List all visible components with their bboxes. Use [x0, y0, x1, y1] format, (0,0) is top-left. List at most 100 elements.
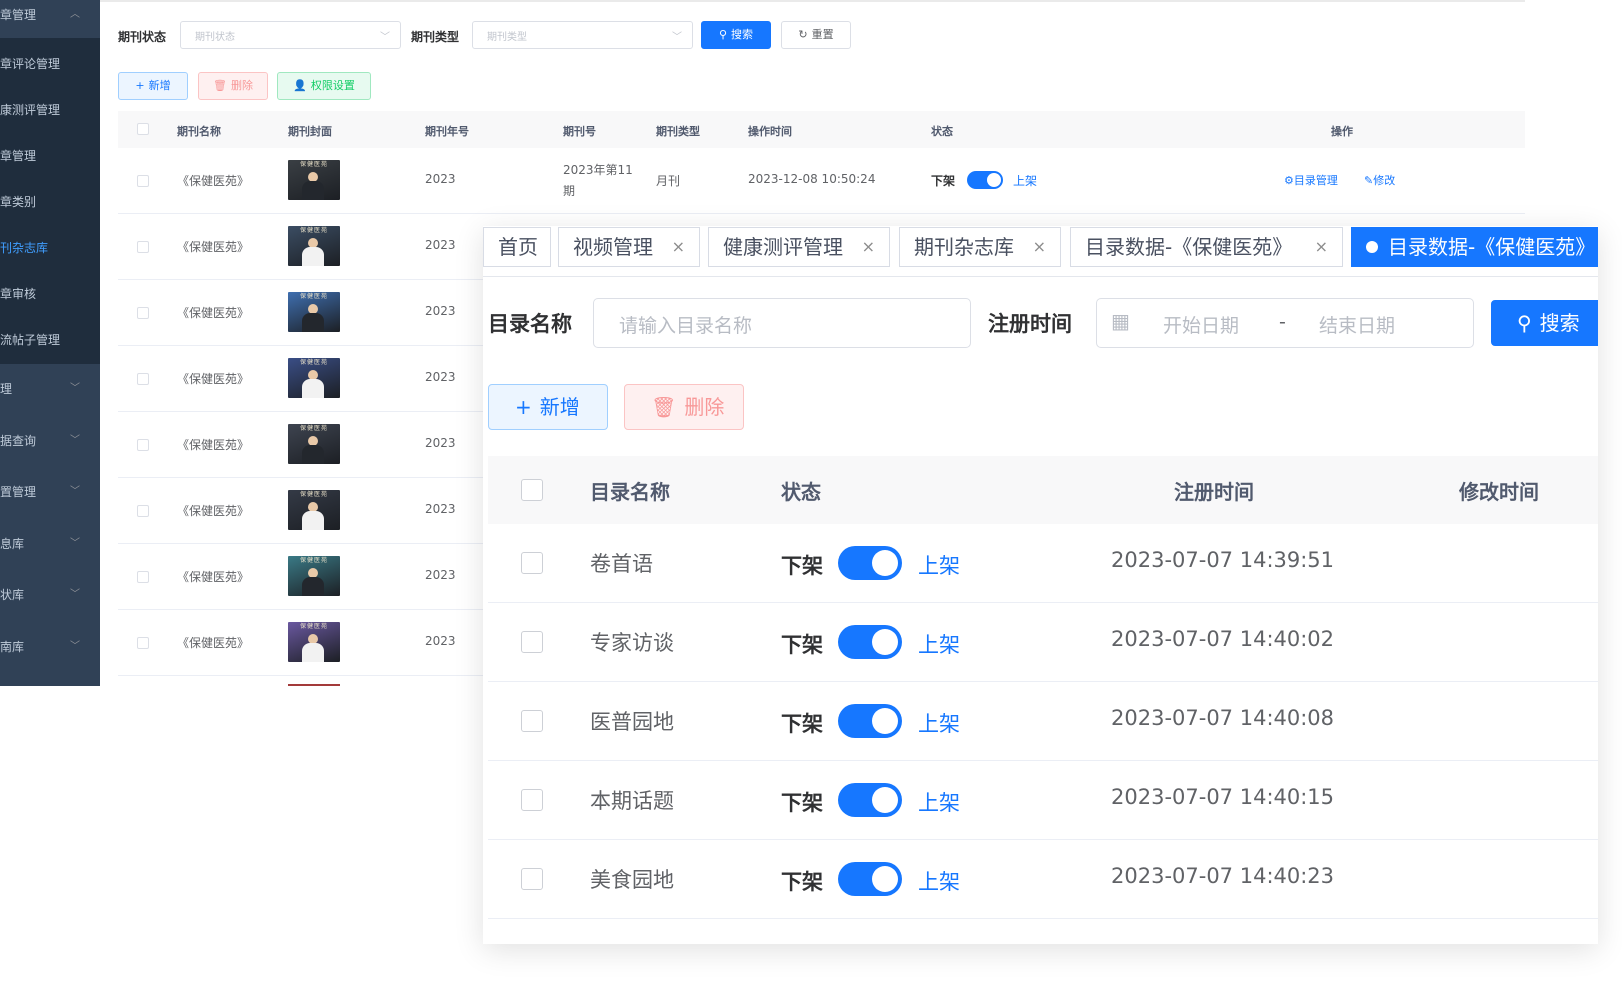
- sidebar-item-article-mgmt[interactable]: 章管理 ︿: [0, 0, 100, 38]
- catalog-mgmt-link[interactable]: ⚙目录管理: [1284, 172, 1338, 188]
- permission-settings-button[interactable]: 👤 权限设置: [277, 72, 371, 100]
- table-row[interactable]: 专家访谈 下架 上架 2023-07-07 14:40:02: [488, 603, 1598, 682]
- journal-name: 《保健医苑》: [177, 570, 250, 584]
- tag-health-eval[interactable]: 健康测评管理 ×: [708, 227, 890, 267]
- end-date-input[interactable]: 结束日期: [1319, 311, 1395, 338]
- cover-torso: [302, 379, 324, 398]
- status-filter-placeholder: 期刊状态: [195, 32, 235, 43]
- journal-name: 《保健医苑》: [177, 438, 250, 452]
- permission-button-label: 权限设置: [310, 79, 355, 92]
- add-button[interactable]: + 新增: [118, 72, 188, 100]
- sidebar-item-label: 据查询: [0, 434, 37, 448]
- column-header: 期刊封面: [288, 125, 332, 138]
- tag-journal-library[interactable]: 期刊杂志库 ×: [899, 227, 1061, 267]
- row-checkbox[interactable]: [137, 175, 149, 187]
- cover-torso: [302, 313, 324, 332]
- delete-button[interactable]: 🗑 删除: [198, 72, 268, 100]
- sidebar-item-symptom-library[interactable]: 状库 ﹀: [0, 572, 100, 618]
- status-switch[interactable]: [838, 546, 902, 580]
- row-checkbox[interactable]: [521, 789, 543, 811]
- row-checkbox[interactable]: [521, 868, 543, 890]
- tag-video-mgmt[interactable]: 视频管理 ×: [558, 227, 700, 267]
- status-filter-select[interactable]: 期刊状态 ﹀: [180, 21, 401, 49]
- row-checkbox[interactable]: [137, 373, 149, 385]
- journal-year: 2023: [425, 436, 456, 450]
- cover-title: 保健医苑: [299, 359, 328, 366]
- journal-cover: 保健医苑: [288, 424, 340, 464]
- start-date-input[interactable]: 开始日期: [1163, 311, 1239, 338]
- journal-name: 《保健医苑》: [177, 240, 250, 254]
- type-filter-select[interactable]: 期刊类型 ﹀: [472, 21, 693, 49]
- table-row[interactable]: 《保健医苑》 保健医苑 2023 2023年第11 期 月刊 2023-12-0…: [118, 148, 1525, 214]
- sidebar-item-post-mgmt[interactable]: 流帖子管理: [0, 317, 100, 363]
- sidebar-item-article-category[interactable]: 章类别: [0, 179, 100, 225]
- sidebar-item-article[interactable]: 章管理: [0, 133, 100, 179]
- status-on-label: 上架: [918, 712, 960, 736]
- close-icon[interactable]: ×: [672, 228, 685, 266]
- status-switch[interactable]: [967, 171, 1003, 189]
- row-checkbox[interactable]: [521, 631, 543, 653]
- chevron-down-icon: ﹀: [70, 538, 80, 549]
- sidebar-item-info-library[interactable]: 息库 ﹀: [0, 521, 100, 567]
- catalog-name-input[interactable]: 请输入目录名称: [593, 298, 971, 348]
- search-button-label: 搜索: [1539, 311, 1580, 335]
- row-checkbox[interactable]: [137, 439, 149, 451]
- column-header: 操作: [1331, 125, 1353, 138]
- journal-type: 月刊: [656, 174, 681, 188]
- cover-title: 保健医苑: [299, 557, 328, 564]
- column-header: 期刊号: [563, 125, 596, 138]
- sidebar-item-article-review[interactable]: 章审核: [0, 271, 100, 317]
- close-icon[interactable]: ×: [862, 228, 875, 266]
- sidebar-item-health-eval[interactable]: 康测评管理: [0, 87, 100, 133]
- row-checkbox[interactable]: [521, 552, 543, 574]
- sidebar-item-config-mgmt[interactable]: 置管理 ﹀: [0, 469, 100, 515]
- delete-button-label: 删除: [230, 79, 253, 92]
- reset-button[interactable]: ↻ 重置: [781, 21, 851, 49]
- table-row[interactable]: 卷首语 下架 上架 2023-07-07 14:39:51: [488, 524, 1598, 603]
- table-row[interactable]: 本期话题 下架 上架 2023-07-07 14:40:15: [488, 761, 1598, 840]
- add-button-label: 新增: [148, 79, 171, 92]
- cover-edge: [288, 684, 340, 686]
- status-switch[interactable]: [838, 625, 902, 659]
- catalog-delete-button[interactable]: 🗑 删除: [624, 384, 744, 430]
- search-button[interactable]: ⚲ 搜索: [701, 21, 771, 49]
- sidebar-item-group-1[interactable]: 理 ﹀: [0, 366, 100, 412]
- cover-title: 保健医苑: [299, 623, 328, 630]
- date-range-picker[interactable]: ▦ 开始日期 - 结束日期: [1096, 298, 1474, 348]
- edit-link[interactable]: ✎修改: [1364, 172, 1395, 188]
- status-switch[interactable]: [838, 704, 902, 738]
- close-icon[interactable]: ×: [1315, 228, 1328, 266]
- sidebar-item-comment-mgmt[interactable]: 章评论管理: [0, 41, 100, 87]
- close-icon[interactable]: ×: [1033, 228, 1046, 266]
- tag-catalog-data-active[interactable]: 目录数据-《保健医苑》: [1351, 227, 1598, 267]
- sidebar-item-guide-library[interactable]: 南库 ﹀: [0, 624, 100, 670]
- catalog-search-button[interactable]: ⚲ 搜索: [1491, 300, 1598, 346]
- row-checkbox[interactable]: [137, 307, 149, 319]
- chevron-up-icon: ︿: [70, 9, 80, 20]
- row-checkbox[interactable]: [137, 571, 149, 583]
- sidebar-item-data-query[interactable]: 据查询 ﹀: [0, 418, 100, 464]
- status-switch[interactable]: [838, 862, 902, 896]
- chevron-down-icon: ﹀: [70, 486, 80, 497]
- catalog-add-button[interactable]: + 新增: [488, 384, 608, 430]
- row-checkbox[interactable]: [137, 505, 149, 517]
- journal-issue: 2023年第11: [563, 163, 633, 177]
- tag-home[interactable]: 首页: [483, 227, 551, 267]
- table-row[interactable]: 美食园地 下架 上架 2023-07-07 14:40:23: [488, 840, 1598, 919]
- cover-title: 保健医苑: [299, 293, 328, 300]
- status-switch[interactable]: [838, 783, 902, 817]
- delete-button-label: 删除: [684, 395, 725, 419]
- row-checkbox[interactable]: [521, 710, 543, 732]
- row-checkbox[interactable]: [137, 637, 149, 649]
- status-off-label: 下架: [781, 554, 823, 578]
- catalog-mgmt-label: 目录管理: [1293, 174, 1338, 187]
- sidebar-item-label: 流帖子管理: [0, 333, 61, 347]
- row-checkbox[interactable]: [137, 241, 149, 253]
- table-row[interactable]: 医普园地 下架 上架 2023-07-07 14:40:08: [488, 682, 1598, 761]
- select-all-checkbox[interactable]: [137, 123, 149, 135]
- plus-icon: +: [135, 79, 145, 92]
- sidebar-item-journal-library[interactable]: 刊杂志库: [0, 225, 100, 271]
- active-dot-icon: [1366, 241, 1378, 253]
- tag-catalog-data[interactable]: 目录数据-《保健医苑》 ×: [1070, 227, 1343, 267]
- select-all-checkbox[interactable]: [521, 479, 543, 501]
